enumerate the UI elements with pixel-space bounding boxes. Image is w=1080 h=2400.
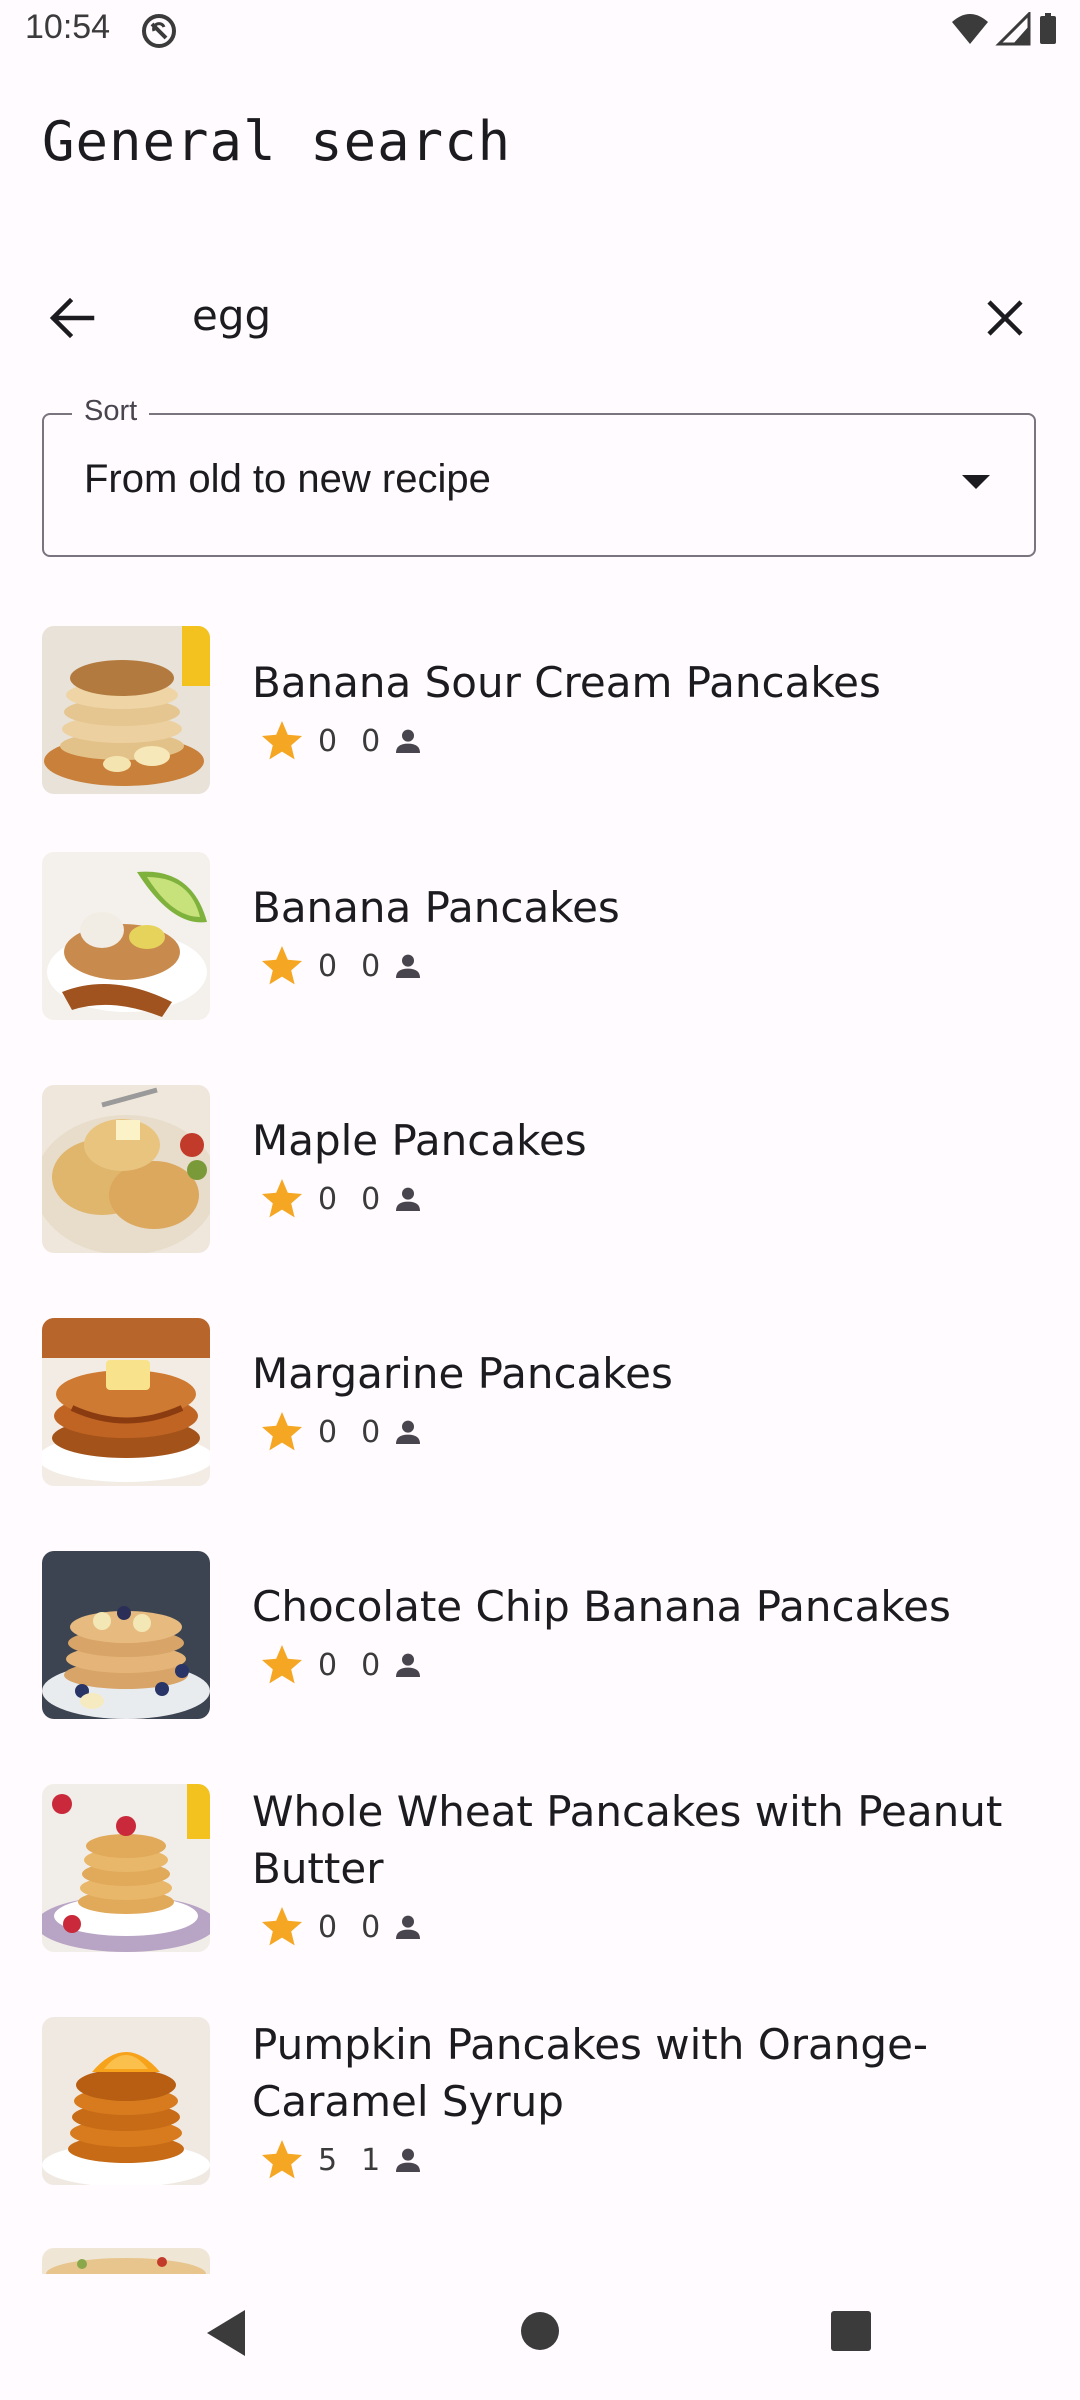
rating-count: 0 — [361, 1181, 381, 1217]
person-icon — [396, 729, 421, 753]
recipe-title: Whole Wheat Pancakes with Peanut Butter — [252, 1787, 1003, 1893]
do-not-disturb-icon — [142, 14, 176, 48]
rating-count: 0 — [361, 1647, 381, 1683]
recipe-title: Maple Pancakes — [252, 1116, 587, 1165]
star-icon — [262, 1645, 302, 1684]
star-icon — [262, 1907, 302, 1946]
recipe-title: Margarine Pancakes — [252, 1349, 673, 1398]
rating-value: 5 — [318, 2142, 338, 2178]
recipe-thumbnail — [42, 626, 210, 794]
rating-count: 0 — [361, 1414, 381, 1450]
rating-value: 0 — [318, 723, 338, 759]
sort-label: Sort — [72, 395, 150, 428]
dropdown-arrow-icon — [962, 475, 990, 489]
person-icon — [396, 1420, 421, 1444]
recipe-title: Pumpkin Pancakes with Orange-Caramel Syr… — [252, 2020, 929, 2126]
recipe-rating: 5 1 — [258, 2136, 424, 2184]
recipe-list-item[interactable]: Maple Pancakes 0 0 — [0, 1078, 1080, 1311]
recipe-list-item[interactable]: Banana Sour Cream Pancakes 0 0 — [0, 618, 1080, 845]
nav-back-icon[interactable] — [205, 2308, 249, 2358]
recipe-rating: 0 0 — [258, 1903, 424, 1951]
status-bar: 10:54 — [0, 0, 1080, 64]
recipe-title: Banana Pancakes — [252, 883, 620, 932]
cell-signal-icon — [995, 12, 1031, 46]
page-title: General search — [42, 110, 512, 173]
star-icon — [262, 1179, 302, 1218]
recipe-rating: 0 0 — [258, 1408, 424, 1456]
person-icon — [396, 2148, 421, 2172]
person-icon — [396, 954, 421, 978]
status-icons — [950, 12, 1060, 50]
recipe-rating: 0 0 — [258, 1641, 424, 1689]
rating-value: 0 — [318, 1181, 338, 1217]
rating-value: 0 — [318, 1909, 338, 1945]
back-arrow-icon[interactable] — [42, 288, 102, 348]
recipe-thumbnail — [42, 2017, 210, 2185]
wifi-icon — [951, 14, 988, 44]
recipe-title: Banana Sour Cream Pancakes — [252, 658, 881, 707]
search-bar — [0, 270, 1080, 360]
recipe-thumbnail — [42, 1784, 210, 1952]
person-icon — [396, 1915, 421, 1939]
rating-value: 0 — [318, 948, 338, 984]
star-icon — [262, 2140, 302, 2179]
system-navigation-bar — [0, 2280, 1080, 2400]
rating-count: 1 — [361, 2142, 381, 2178]
recipe-list-item[interactable]: Margarine Pancakes 0 0 — [0, 1311, 1080, 1544]
rating-value: 0 — [318, 1414, 338, 1450]
recipe-list-item[interactable]: Whole Wheat Pancakes with Peanut Butter … — [0, 1777, 1080, 2010]
rating-count: 0 — [361, 1909, 381, 1945]
rating-count: 0 — [361, 948, 381, 984]
close-icon[interactable] — [975, 288, 1035, 348]
recipe-thumbnail — [42, 1085, 210, 1253]
status-time: 10:54 — [25, 8, 111, 46]
rating-value: 0 — [318, 1647, 338, 1683]
recipe-list-item[interactable]: Banana Pancakes 0 0 — [0, 845, 1080, 1078]
person-icon — [396, 1653, 421, 1677]
nav-recents-icon[interactable] — [830, 2310, 872, 2352]
recipe-thumbnail — [42, 1318, 210, 1486]
recipe-list: Banana Sour Cream Pancakes 0 0 Banana Pa… — [0, 618, 1080, 2243]
star-icon — [262, 946, 302, 985]
recipe-rating: 0 0 — [258, 717, 424, 765]
recipe-thumbnail — [42, 1551, 210, 1719]
sort-selected-value: From old to new recipe — [84, 457, 491, 501]
recipe-thumbnail-partial — [42, 2248, 210, 2274]
person-icon — [396, 1187, 421, 1211]
rating-count: 0 — [361, 723, 381, 759]
battery-icon — [1040, 13, 1056, 44]
recipe-list-item[interactable]: Pumpkin Pancakes with Orange-Caramel Syr… — [0, 2010, 1080, 2243]
recipe-rating: 0 0 — [258, 942, 424, 990]
sort-dropdown[interactable]: Sort From old to new recipe — [42, 395, 1036, 557]
search-input[interactable] — [190, 278, 954, 352]
recipe-rating: 0 0 — [258, 1175, 424, 1223]
star-icon — [262, 721, 302, 760]
nav-home-icon[interactable] — [519, 2310, 561, 2352]
recipe-thumbnail — [42, 852, 210, 1020]
star-icon — [262, 1412, 302, 1451]
recipe-list-item[interactable]: Chocolate Chip Banana Pancakes 0 0 — [0, 1544, 1080, 1777]
recipe-title: Chocolate Chip Banana Pancakes — [252, 1582, 951, 1631]
